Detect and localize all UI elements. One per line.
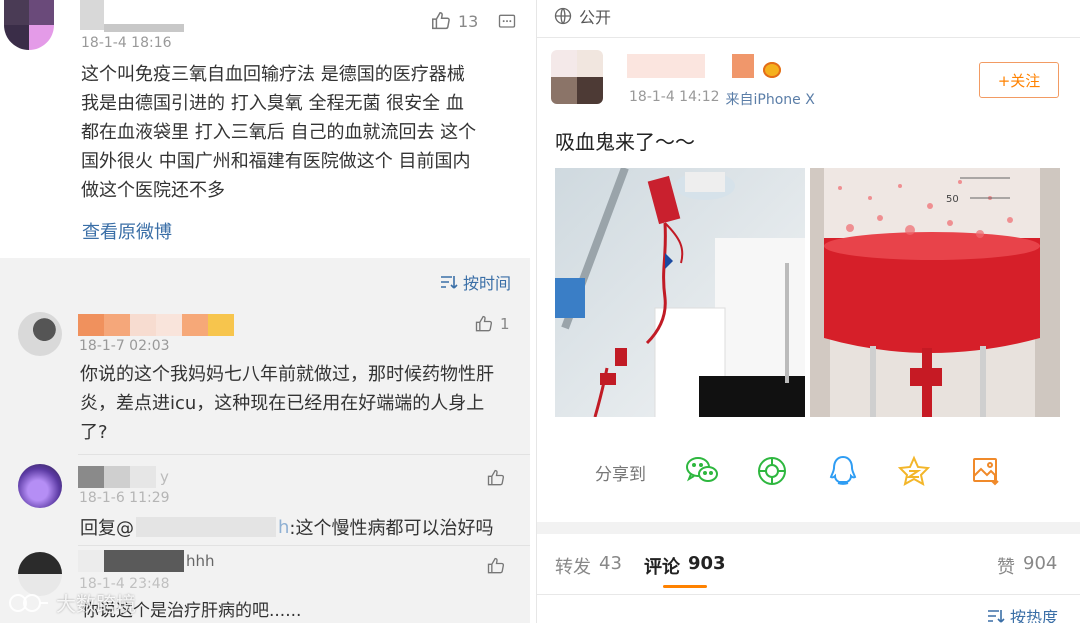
avatar[interactable] <box>551 50 603 104</box>
reply-name-tail: h <box>278 516 290 538</box>
reply-prefix: 回复@ <box>80 518 134 539</box>
thumbs-up-icon <box>432 12 450 30</box>
repost-count: 43 <box>599 553 622 574</box>
active-tab-underline <box>663 585 707 588</box>
comment-text: 回复@ h :这个慢性病都可以治好吗 <box>80 514 494 540</box>
post-text-line: 这个叫免疫三氧自血回输疗法 是德国的医疗器械 <box>81 64 465 85</box>
like-button[interactable]: 13 <box>430 10 478 32</box>
qzone-icon[interactable] <box>898 455 930 487</box>
svg-text:50: 50 <box>946 194 959 205</box>
like-count: 904 <box>1023 553 1058 574</box>
qq-icon[interactable] <box>829 455 857 487</box>
username-tail: hhh <box>186 552 215 570</box>
avatar[interactable] <box>18 464 62 508</box>
save-image-icon[interactable] <box>971 456 1001 486</box>
sort-by-hot-button[interactable]: 按热度 <box>987 604 1058 623</box>
comment-text-line: 炎，差点进icu，这种现在已经用在好端端的人身上 <box>80 393 485 414</box>
comment-count: 903 <box>688 553 726 574</box>
watermark-logo-icon <box>9 593 48 612</box>
thumbs-up-icon <box>475 315 493 332</box>
post-text-line: 做这个医院还不多 <box>81 180 225 201</box>
post-image-1[interactable] <box>555 168 805 417</box>
post-text-line: 国外很火 中国广州和福建有医院做这个 目前国内 <box>81 151 471 172</box>
username-mosaic[interactable]: y <box>78 466 169 488</box>
username-mosaic[interactable] <box>80 0 185 32</box>
username-tail: y <box>160 468 169 486</box>
sort-by-time-button[interactable]: 按时间 <box>440 270 511 294</box>
post-image-2[interactable]: 50 <box>810 168 1060 417</box>
comment-timestamp: 18-1-7 02:03 <box>79 338 170 354</box>
sort-icon <box>441 276 458 289</box>
comments-area: 按时间 18-1-7 02:03 1 你说的这个我妈妈七八年前就做过，那时候药物… <box>0 258 530 623</box>
comment-icon[interactable] <box>497 12 517 32</box>
vip-badge-icon <box>763 62 781 78</box>
comment-timestamp: 18-1-6 11:29 <box>79 490 170 506</box>
visibility-label: 公开 <box>579 8 612 27</box>
avatar[interactable] <box>4 0 54 50</box>
post-text: 吸血鬼来了～～ <box>555 130 695 154</box>
like-label: 赞 <box>997 557 1015 578</box>
right-post-panel: 公开 18-1-4 14:12 来自iPhone X +关注 吸血鬼来了～～ 5… <box>536 0 1080 623</box>
post-text-line: 我是由德国引进的 打入臭氧 全程无菌 很安全 血 <box>81 93 464 114</box>
comment-item: y 18-1-6 11:29 回复@ h :这个慢性病都可以治好吗 <box>0 458 530 544</box>
watermark: 大数跨境 <box>8 588 136 617</box>
visibility-indicator: 公开 <box>553 4 611 28</box>
like-count: 1 <box>500 315 510 333</box>
thumbs-up-icon[interactable] <box>486 468 506 488</box>
comment-item: 18-1-7 02:03 1 你说的这个我妈妈七八年前就做过，那时候药物性肝 炎… <box>0 304 530 452</box>
tab-comments[interactable]: 评论 903 <box>644 553 726 579</box>
post-timestamp: 18-1-4 18:16 <box>81 35 172 51</box>
reply-mention-mosaic[interactable] <box>136 517 276 537</box>
follow-label: +关注 <box>997 71 1041 90</box>
follow-button[interactable]: +关注 <box>979 62 1059 98</box>
reply-text: :这个慢性病都可以治好吗 <box>289 518 494 539</box>
username-mosaic[interactable]: hhh <box>78 550 215 572</box>
sort-label: 按时间 <box>463 274 512 293</box>
post-meta: 18-1-4 14:12 来自iPhone X <box>629 89 815 109</box>
globe-icon <box>554 7 572 25</box>
thumbs-up-icon[interactable] <box>486 556 506 576</box>
post-timestamp: 18-1-4 14:12 <box>629 89 720 105</box>
comment-text: 你说的这个我妈妈七八年前就做过，那时候药物性肝 炎，差点进icu，这种现在已经用… <box>80 360 494 447</box>
username-mosaic[interactable] <box>78 314 234 336</box>
comment-label: 评论 <box>644 557 680 578</box>
avatar[interactable] <box>18 312 62 356</box>
sort-label: 按热度 <box>1010 608 1059 623</box>
tab-repost[interactable]: 转发 43 <box>555 553 622 579</box>
sort-icon <box>988 610 1005 623</box>
wechat-icon[interactable] <box>685 455 719 487</box>
share-label: 分享到 <box>595 465 646 485</box>
post-text-line: 都在血液袋里 打入三氧后 自己的血就流回去 这个 <box>81 122 477 143</box>
comment-text-line: 了? <box>80 422 108 443</box>
moments-icon[interactable] <box>757 456 787 486</box>
repost-label: 转发 <box>555 557 591 578</box>
like-count: 13 <box>458 11 479 31</box>
original-post-area: 18-1-4 18:16 13 这个叫免疫三氧自血回输疗法 是德国的医疗器械 我… <box>0 0 530 258</box>
comment-text-line: 你说的这个我妈妈七八年前就做过，那时候药物性肝 <box>80 364 494 385</box>
tab-likes[interactable]: 赞 904 <box>997 553 1057 579</box>
post-source: 来自iPhone X <box>725 92 815 108</box>
view-original-link[interactable]: 查看原微博 <box>82 218 172 244</box>
post-text: 这个叫免疫三氧自血回输疗法 是德国的医疗器械 我是由德国引进的 打入臭氧 全程无… <box>81 60 476 205</box>
left-comment-panel: 18-1-4 18:16 13 这个叫免疫三氧自血回输疗法 是德国的医疗器械 我… <box>0 0 530 623</box>
like-button[interactable]: 1 <box>474 314 510 334</box>
